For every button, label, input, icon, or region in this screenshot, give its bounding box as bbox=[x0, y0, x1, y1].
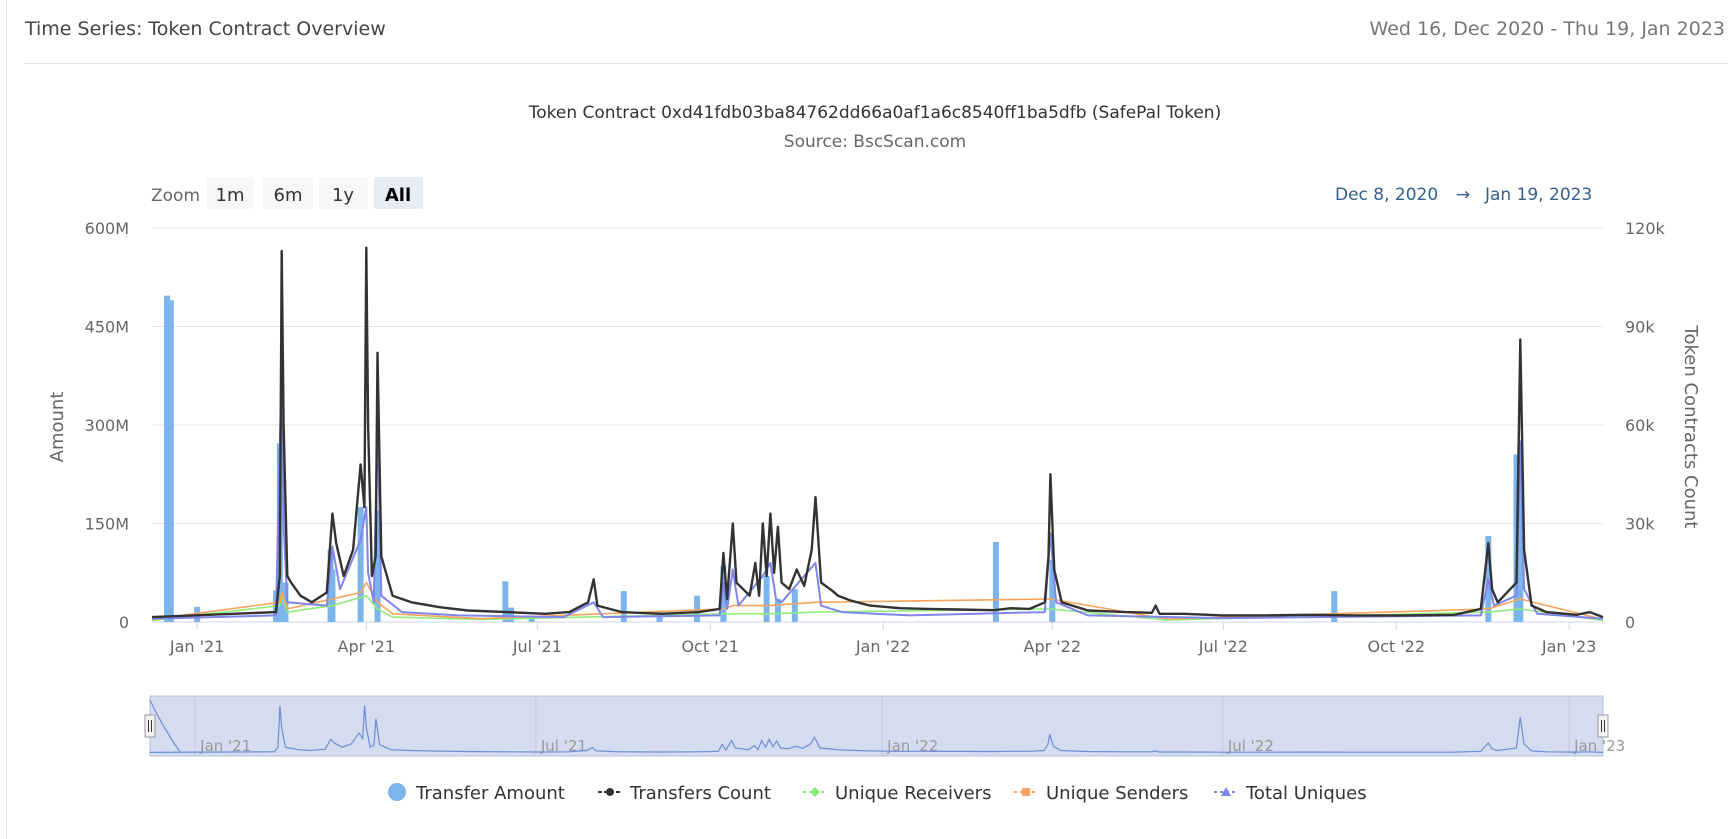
y-right-tick-label: 30k bbox=[1625, 515, 1655, 534]
y-left-tick-label: 300M bbox=[85, 416, 129, 435]
zoom-label: Zoom bbox=[151, 186, 200, 206]
x-tick-label: Jul '21 bbox=[512, 637, 562, 656]
transfers-count-line bbox=[151, 246, 1604, 619]
legend-label: Total Uniques bbox=[1245, 783, 1367, 804]
legend-label: Transfers Count bbox=[629, 783, 771, 804]
chart-legend: Transfer Amount Transfers Count Unique Rec… bbox=[388, 783, 1367, 804]
y-right-axis-title: Token Contracts Count bbox=[1680, 325, 1701, 529]
range-to-input[interactable]: Jan 19, 2023 bbox=[1484, 185, 1592, 205]
legend-symbol bbox=[388, 783, 406, 801]
range-arrow-icon: → bbox=[1456, 185, 1470, 205]
legend-label: Unique Receivers bbox=[835, 783, 991, 804]
x-tick-label: Jan '22 bbox=[855, 637, 911, 656]
time-series-chart: Token Contract 0xd41fdb03ba84762dd66a0af… bbox=[47, 103, 1701, 804]
y-right-tick-label: 0 bbox=[1625, 613, 1635, 632]
y-left-tick-label: 600M bbox=[85, 219, 129, 238]
zoom-all-button[interactable]: All bbox=[374, 177, 423, 209]
y-left-tick-label: 450M bbox=[85, 318, 129, 337]
zoom-6m-label: 6m bbox=[274, 185, 303, 206]
x-tick-label: Jan '23 bbox=[1541, 637, 1597, 656]
y-left-tick-label: 150M bbox=[85, 515, 129, 534]
x-tick-label: Apr '22 bbox=[1024, 637, 1082, 656]
zoom-1m-button[interactable]: 1m bbox=[207, 177, 254, 209]
y-left-tick-labels: 0 150M 300M 450M 600M bbox=[85, 219, 129, 632]
legend-unique-senders[interactable]: Unique Senders bbox=[1014, 783, 1188, 804]
zoom-1y-button[interactable]: 1y bbox=[319, 177, 368, 209]
range-selector: Dec 8, 2020 → Jan 19, 2023 bbox=[1335, 185, 1592, 205]
x-tick-label: Oct '22 bbox=[1367, 637, 1425, 656]
zoom-6m-button[interactable]: 6m bbox=[263, 177, 313, 209]
y-left-tick-label: 0 bbox=[119, 613, 129, 632]
x-tick-label: Jul '22 bbox=[1198, 637, 1248, 656]
range-from-input[interactable]: Dec 8, 2020 bbox=[1335, 185, 1438, 205]
x-tick-label: Jan '21 bbox=[169, 637, 225, 656]
transfer-amount-bar bbox=[791, 589, 798, 622]
transfer-amount-bar bbox=[694, 595, 701, 622]
series-lines bbox=[151, 246, 1604, 622]
y-right-tick-label: 90k bbox=[1625, 318, 1655, 337]
transfer-amount-bar bbox=[167, 300, 174, 622]
grid-lines bbox=[152, 227, 1603, 623]
y-left-axis-title: Amount bbox=[47, 392, 68, 463]
navigator-left-handle[interactable] bbox=[144, 714, 156, 738]
transfer-amount-bar bbox=[763, 576, 770, 622]
legend-label: Transfer Amount bbox=[415, 783, 565, 804]
zoom-1y-label: 1y bbox=[332, 185, 354, 206]
legend-total-uniques[interactable]: Total Uniques bbox=[1214, 783, 1367, 804]
x-tick-label: Oct '21 bbox=[681, 637, 739, 656]
y-right-tick-labels: 0 30k 60k 90k 120k bbox=[1625, 219, 1666, 632]
zoom-1m-label: 1m bbox=[216, 185, 245, 206]
navigator-tick-label: Jan '22 bbox=[886, 737, 938, 755]
navigator-range-mask bbox=[149, 695, 1604, 757]
zoom-controls: Zoom 1m 6m 1y All bbox=[151, 177, 423, 209]
legend-unique-receivers[interactable]: Unique Receivers bbox=[803, 783, 991, 804]
chart-subtitle: Source: BscScan.com bbox=[784, 132, 966, 152]
x-tick-label: Apr '21 bbox=[338, 637, 396, 656]
y-right-tick-label: 60k bbox=[1625, 416, 1655, 435]
legend-transfers-count[interactable]: Transfers Count bbox=[598, 783, 771, 804]
navigator-right-handle[interactable] bbox=[1597, 714, 1609, 738]
x-tick-labels: Jan '21 Apr '21 Jul '21 Oct '21 Jan '22 Apr '… bbox=[169, 622, 1597, 656]
transfer-amount-bar bbox=[507, 607, 514, 622]
legend-label: Unique Senders bbox=[1046, 783, 1188, 804]
chart-title: Token Contract 0xd41fdb03ba84762dd66a0af… bbox=[528, 103, 1221, 123]
legend-transfer-amount[interactable]: Transfer Amount bbox=[388, 783, 565, 804]
navigator[interactable]: Jan '21 Jul '21 Jan '22 Jul '22 Jan '23 bbox=[144, 695, 1625, 757]
plot-area[interactable] bbox=[151, 246, 1604, 622]
y-right-tick-label: 120k bbox=[1625, 219, 1666, 238]
zoom-all-label: All bbox=[385, 185, 411, 206]
